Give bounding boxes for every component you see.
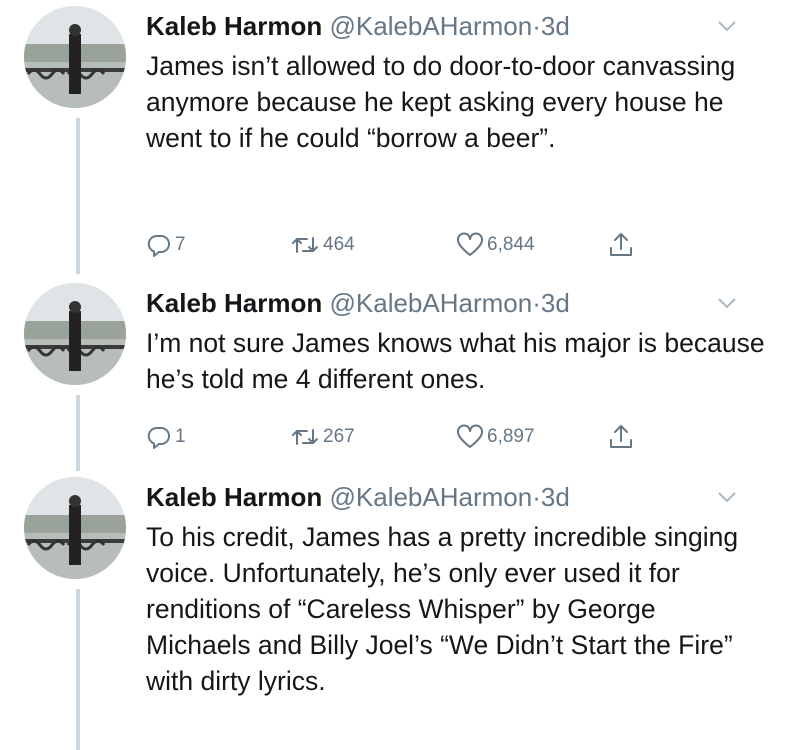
tweet-header: Kaleb Harmon @KalebAHarmon·3d <box>146 287 766 319</box>
tweet-text: James isn’t allowed to do door-to-door c… <box>146 51 736 153</box>
like-button[interactable]: 6,844 <box>456 229 535 261</box>
share-button[interactable] <box>608 229 634 261</box>
retweet-icon <box>292 429 318 445</box>
separator-dot: · <box>532 482 541 512</box>
avatar[interactable] <box>24 283 126 385</box>
retweet-button[interactable]: 267 <box>290 421 355 453</box>
reply-button[interactable]: 1 <box>146 421 186 453</box>
reply-count: 1 <box>175 426 186 447</box>
thread-line <box>76 589 80 750</box>
reply-icon <box>147 234 170 257</box>
tweet-text: To his credit, James has a pretty incred… <box>146 522 739 696</box>
chevron-down-icon[interactable] <box>716 489 738 505</box>
author-name[interactable]: Kaleb Harmon <box>146 11 322 41</box>
share-icon <box>610 425 632 448</box>
author-handle[interactable]: @KalebAHarmon <box>330 11 533 41</box>
timestamp[interactable]: 3d <box>541 11 570 41</box>
reply-button[interactable]: 7 <box>146 229 186 261</box>
chevron-down-icon[interactable] <box>716 18 738 34</box>
tweet-actions: 7 464 6,844 <box>146 229 666 261</box>
author-handle[interactable]: @KalebAHarmon <box>330 288 533 318</box>
retweet-count: 464 <box>323 234 355 255</box>
tweet[interactable]: Kaleb Harmon @KalebAHarmon·3d James isn’… <box>0 6 800 276</box>
retweet-count: 267 <box>323 426 355 447</box>
heart-icon <box>457 232 483 256</box>
tweet[interactable]: Kaleb Harmon @KalebAHarmon·3d To his cre… <box>0 477 800 750</box>
timestamp[interactable]: 3d <box>541 482 570 512</box>
reply-count: 7 <box>175 234 186 255</box>
reply-icon <box>147 426 170 449</box>
retweet-button[interactable]: 464 <box>290 229 355 261</box>
like-count: 6,897 <box>487 426 535 447</box>
author-handle[interactable]: @KalebAHarmon <box>330 482 533 512</box>
heart-icon <box>457 424 483 448</box>
tweet-header: Kaleb Harmon @KalebAHarmon·3d <box>146 10 766 42</box>
separator-dot: · <box>532 11 541 41</box>
thread-line <box>76 395 80 471</box>
tweet-text: I’m not sure James knows what his major … <box>146 328 765 394</box>
avatar[interactable] <box>24 6 126 108</box>
avatar[interactable] <box>24 477 126 579</box>
like-count: 6,844 <box>487 234 535 255</box>
like-button[interactable]: 6,897 <box>456 421 535 453</box>
author-name[interactable]: Kaleb Harmon <box>146 288 322 318</box>
chevron-down-icon[interactable] <box>716 295 738 311</box>
tweet-actions: 1 267 6,897 <box>146 421 666 453</box>
author-name[interactable]: Kaleb Harmon <box>146 482 322 512</box>
share-button[interactable] <box>608 421 634 453</box>
tweet-header: Kaleb Harmon @KalebAHarmon·3d <box>146 481 766 513</box>
timestamp[interactable]: 3d <box>541 288 570 318</box>
share-icon <box>610 233 632 256</box>
separator-dot: · <box>532 288 541 318</box>
retweet-icon <box>292 237 318 253</box>
thread-line <box>76 118 80 274</box>
tweet[interactable]: Kaleb Harmon @KalebAHarmon·3d I’m not su… <box>0 283 800 473</box>
